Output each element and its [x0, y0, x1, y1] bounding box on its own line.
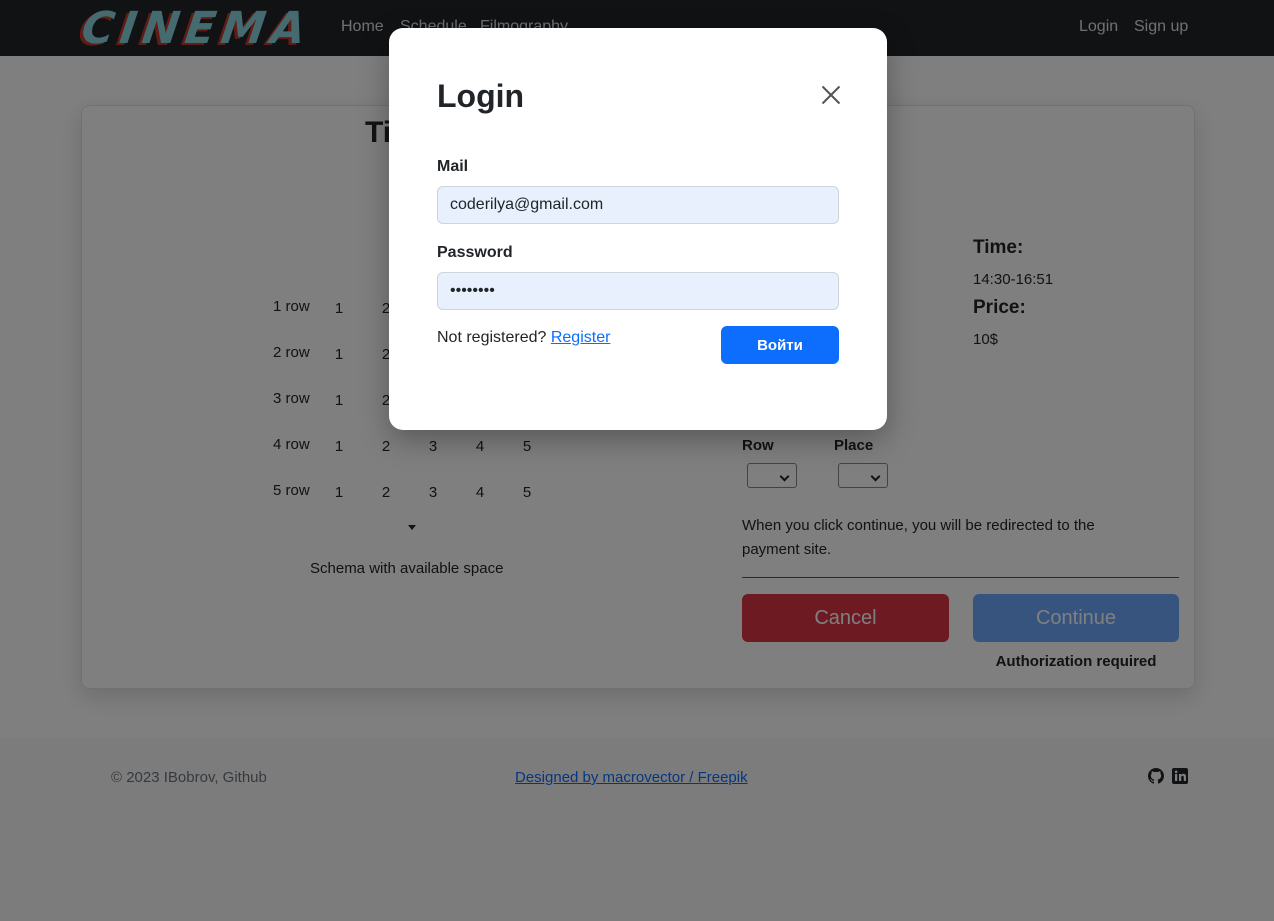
close-icon[interactable] [821, 85, 841, 105]
mail-label: Mail [437, 158, 469, 175]
not-registered-label: Not registered? [437, 329, 547, 346]
login-submit-button[interactable]: Войти [721, 326, 839, 364]
password-input[interactable] [437, 272, 839, 310]
modal-title: Login [437, 78, 525, 114]
not-registered-text: Not registered? Register [437, 329, 610, 347]
mail-input[interactable] [437, 186, 839, 224]
register-link[interactable]: Register [551, 329, 611, 346]
login-modal: Login Mail Password Not registered? Regi… [389, 28, 887, 430]
password-label: Password [437, 244, 513, 261]
